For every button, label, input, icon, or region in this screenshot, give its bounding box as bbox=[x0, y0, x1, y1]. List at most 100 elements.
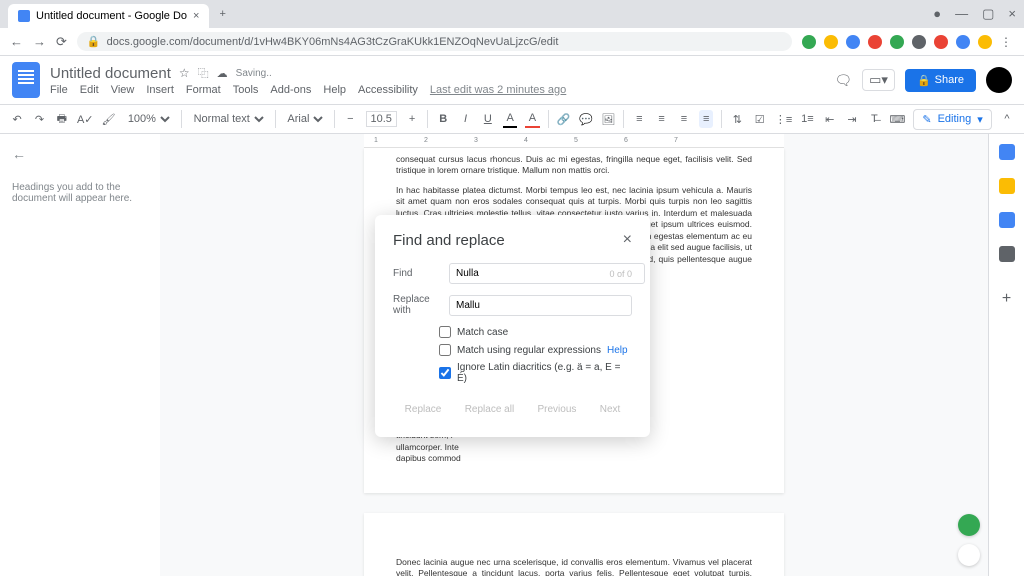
match-case-checkbox[interactable] bbox=[439, 326, 451, 338]
menu-insert[interactable]: Insert bbox=[146, 84, 174, 96]
replace-input[interactable] bbox=[449, 295, 632, 316]
bullet-list-icon[interactable]: ⋮≡ bbox=[775, 110, 792, 128]
forward-icon[interactable]: → bbox=[33, 34, 46, 50]
zoom-select[interactable]: 100% bbox=[124, 112, 173, 126]
share-label: Share bbox=[935, 74, 964, 86]
menu-bar: File Edit View Insert Format Tools Add-o… bbox=[50, 84, 824, 96]
keep-icon[interactable] bbox=[999, 178, 1015, 194]
menu-format[interactable]: Format bbox=[186, 84, 221, 96]
menu-addons[interactable]: Add-ons bbox=[270, 84, 311, 96]
spellcheck-icon[interactable]: A✓ bbox=[77, 110, 94, 128]
next-button[interactable]: Next bbox=[592, 398, 629, 421]
font-size[interactable]: 10.5 bbox=[366, 111, 397, 127]
align-center-icon[interactable]: ≡ bbox=[654, 110, 668, 128]
move-icon[interactable]: ⿻ bbox=[198, 65, 209, 81]
indent-less-icon[interactable]: ⇤ bbox=[823, 110, 837, 128]
font-size-minus[interactable]: − bbox=[343, 110, 357, 128]
replace-button[interactable]: Replace bbox=[397, 398, 450, 421]
number-list-icon[interactable]: 1≡ bbox=[800, 110, 814, 128]
ext-icon[interactable] bbox=[934, 35, 948, 49]
contacts-icon[interactable] bbox=[999, 246, 1015, 262]
image-icon[interactable]: 🖼 bbox=[601, 110, 615, 128]
back-icon[interactable]: ← bbox=[10, 34, 23, 50]
highlight-icon[interactable]: A bbox=[525, 110, 539, 128]
calendar-icon[interactable] bbox=[999, 144, 1015, 160]
menu-help[interactable]: Help bbox=[323, 84, 346, 96]
ext-icon[interactable] bbox=[824, 35, 838, 49]
outline-panel: ← Headings you add to the document will … bbox=[0, 134, 160, 576]
comment-history-icon[interactable]: 🗨 bbox=[834, 72, 852, 89]
comment-icon[interactable]: 💬 bbox=[579, 110, 593, 128]
menu-tools[interactable]: Tools bbox=[233, 84, 259, 96]
outline-collapse-icon[interactable]: ← bbox=[12, 146, 26, 162]
ext-icon[interactable] bbox=[956, 35, 970, 49]
chevron-down-icon: ▾ bbox=[977, 113, 983, 126]
ext-icon[interactable] bbox=[846, 35, 860, 49]
checklist-icon[interactable]: ☑ bbox=[753, 110, 767, 128]
tasks-icon[interactable] bbox=[999, 212, 1015, 228]
ext-icon[interactable] bbox=[978, 35, 992, 49]
minimize-icon[interactable]: — bbox=[955, 6, 968, 22]
previous-button[interactable]: Previous bbox=[530, 398, 585, 421]
reload-icon[interactable]: ⟳ bbox=[56, 34, 67, 50]
undo-icon[interactable]: ↶ bbox=[10, 110, 24, 128]
find-input[interactable] bbox=[449, 263, 645, 284]
ext-icon[interactable] bbox=[912, 35, 926, 49]
align-left-icon[interactable]: ≡ bbox=[632, 110, 646, 128]
font-select[interactable]: Arial bbox=[283, 112, 326, 126]
present-icon[interactable]: ▭▾ bbox=[862, 69, 895, 91]
ext-icon[interactable] bbox=[890, 35, 904, 49]
ruler[interactable]: 1 2 3 4 5 6 7 bbox=[364, 134, 784, 148]
url-text: docs.google.com/document/d/1vHw4BKY06mNs… bbox=[107, 36, 559, 48]
paragraph: consequat cursus lacus rhoncus. Duis ac … bbox=[396, 154, 752, 177]
mode-select[interactable]: ✎ Editing ▾ bbox=[913, 109, 991, 130]
docs-logo-icon[interactable] bbox=[12, 62, 40, 98]
menu-accessibility[interactable]: Accessibility bbox=[358, 84, 418, 96]
new-tab-icon[interactable]: + bbox=[219, 8, 225, 20]
ext-icon[interactable] bbox=[802, 35, 816, 49]
last-edit[interactable]: Last edit was 2 minutes ago bbox=[430, 84, 566, 96]
menu-icon[interactable]: ⋮ bbox=[1000, 35, 1014, 49]
line-spacing-icon[interactable]: ⇅ bbox=[730, 110, 744, 128]
print-icon[interactable]: 🖶 bbox=[55, 110, 69, 128]
maximize-icon[interactable]: ▢ bbox=[982, 6, 994, 22]
menu-view[interactable]: View bbox=[111, 84, 135, 96]
ext-icon[interactable] bbox=[868, 35, 882, 49]
menu-edit[interactable]: Edit bbox=[80, 84, 99, 96]
close-window-icon[interactable]: × bbox=[1008, 6, 1016, 22]
input-tools-icon[interactable]: ⌨ bbox=[889, 110, 905, 128]
link-icon[interactable]: 🔗 bbox=[556, 110, 570, 128]
clear-format-icon[interactable]: T̶ bbox=[867, 110, 881, 128]
add-addon-icon[interactable]: + bbox=[1002, 290, 1011, 308]
document-title[interactable]: Untitled document bbox=[50, 65, 171, 82]
font-size-plus[interactable]: + bbox=[405, 110, 419, 128]
underline-icon[interactable]: U bbox=[481, 110, 495, 128]
italic-icon[interactable]: I bbox=[458, 110, 472, 128]
paint-format-icon[interactable]: 🖌 bbox=[102, 110, 116, 128]
align-justify-icon[interactable]: ≡ bbox=[699, 110, 713, 128]
regex-help-link[interactable]: Help bbox=[607, 345, 628, 356]
align-right-icon[interactable]: ≡ bbox=[677, 110, 691, 128]
close-tab-icon[interactable]: × bbox=[193, 10, 199, 22]
explore-fab[interactable] bbox=[958, 514, 980, 536]
redo-icon[interactable]: ↷ bbox=[32, 110, 46, 128]
indent-more-icon[interactable]: ⇥ bbox=[845, 110, 859, 128]
account-icon[interactable]: ● bbox=[933, 6, 941, 22]
chat-fab[interactable] bbox=[958, 544, 980, 566]
replace-all-button[interactable]: Replace all bbox=[457, 398, 522, 421]
style-select[interactable]: Normal text bbox=[190, 112, 267, 126]
regex-checkbox[interactable] bbox=[439, 344, 451, 356]
url-input[interactable]: 🔒 docs.google.com/document/d/1vHw4BKY06m… bbox=[77, 32, 792, 51]
bold-icon[interactable]: B bbox=[436, 110, 450, 128]
close-icon[interactable]: × bbox=[623, 231, 632, 249]
browser-tab[interactable]: Untitled document - Google Do × bbox=[8, 4, 209, 28]
page[interactable]: Donec lacinia augue nec urna scelerisque… bbox=[364, 513, 784, 576]
diacritics-checkbox[interactable] bbox=[439, 367, 451, 379]
avatar[interactable] bbox=[986, 67, 1012, 93]
star-icon[interactable]: ☆ bbox=[179, 66, 190, 80]
share-button[interactable]: 🔒 Share bbox=[905, 69, 976, 92]
menu-file[interactable]: File bbox=[50, 84, 68, 96]
text-color-icon[interactable]: A bbox=[503, 110, 517, 128]
collapse-toolbar-icon[interactable]: ^ bbox=[1000, 110, 1014, 128]
pencil-icon: ✎ bbox=[922, 113, 931, 126]
